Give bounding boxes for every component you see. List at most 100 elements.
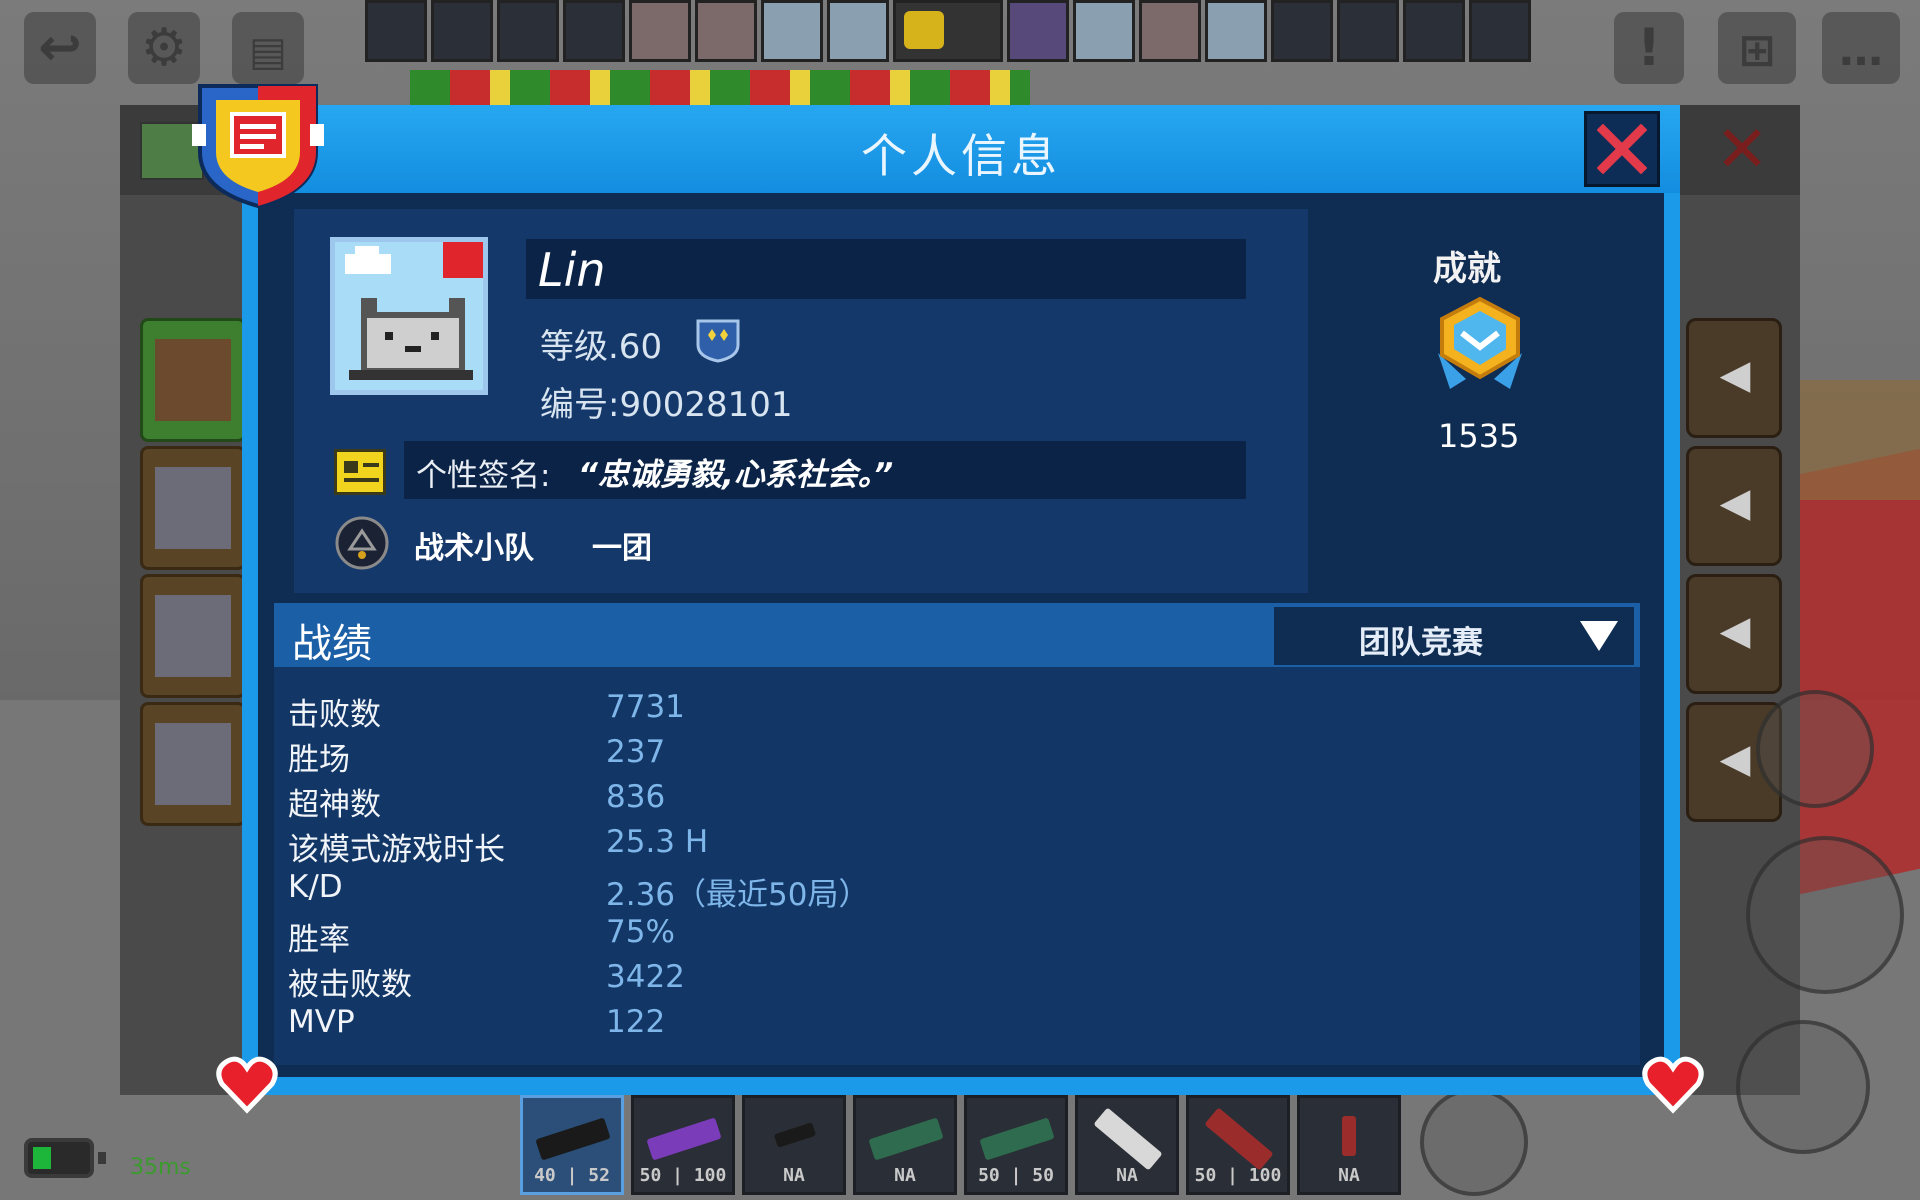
team-slot[interactable] xyxy=(365,0,427,62)
weapon-icon xyxy=(646,1117,722,1161)
stat-label: MVP xyxy=(288,1004,355,1040)
stat-row: MVP 122 xyxy=(274,1004,1640,1049)
weapon-icon xyxy=(773,1122,817,1148)
ammo-count: 50 | 100 xyxy=(639,1165,727,1186)
team-avatar[interactable] xyxy=(827,0,889,62)
dropdown-arrow-icon xyxy=(1580,621,1618,651)
alert-button[interactable]: ! xyxy=(1614,12,1684,84)
stat-row: 胜场 237 xyxy=(274,734,1640,779)
weapon-icon xyxy=(1342,1116,1356,1156)
stat-label: 胜场 xyxy=(288,742,350,778)
team-avatar[interactable] xyxy=(695,0,757,62)
rifle-icon xyxy=(535,1117,611,1161)
player-level: 等级.60 xyxy=(540,327,663,367)
enemy-slot[interactable] xyxy=(1337,0,1399,62)
back-button[interactable]: ↩ xyxy=(24,12,96,84)
enemy-avatar[interactable] xyxy=(1073,0,1135,62)
chat-button[interactable]: … xyxy=(1822,12,1900,84)
speaker-icon: ◀ xyxy=(1719,608,1751,654)
mute-button[interactable]: ◀ xyxy=(1686,446,1782,566)
stat-label: K/D xyxy=(288,869,343,905)
weapon-slot[interactable]: NA xyxy=(1297,1095,1401,1195)
team-slot[interactable] xyxy=(563,0,625,62)
enemy-avatar[interactable] xyxy=(1205,0,1267,62)
enemy-slot[interactable] xyxy=(1469,0,1531,62)
stat-label: 击败数 xyxy=(288,697,381,733)
background-wood-block xyxy=(1780,380,1920,500)
heart-icon xyxy=(1642,1056,1704,1114)
enemy-slot[interactable] xyxy=(1403,0,1465,62)
handshake-slot[interactable] xyxy=(893,0,1003,62)
mode-dropdown[interactable]: 团队竞赛 xyxy=(1274,607,1634,665)
player-card[interactable] xyxy=(140,702,246,826)
enemy-slot[interactable] xyxy=(1271,0,1333,62)
weapon-slot[interactable]: 50 | 100 xyxy=(1186,1095,1290,1195)
speaker-icon: ◀ xyxy=(1719,736,1751,782)
speaker-icon: ◀ xyxy=(1719,480,1751,526)
weapon-slot[interactable]: NA xyxy=(1075,1095,1179,1195)
close-button[interactable] xyxy=(1584,111,1660,187)
crouch-button[interactable] xyxy=(1420,1088,1528,1196)
stat-label: 超神数 xyxy=(288,787,381,823)
chat-icon: … xyxy=(1839,25,1883,76)
add-friend-icon: ⊞ xyxy=(1738,25,1776,76)
mute-button[interactable]: ◀ xyxy=(1686,318,1782,438)
stat-label: 被击败数 xyxy=(288,967,412,1003)
player-name: Lin xyxy=(538,243,606,297)
team-avatar-bar xyxy=(365,0,1560,62)
avatar[interactable] xyxy=(330,237,488,395)
team-avatar[interactable] xyxy=(629,0,691,62)
signature-text: “忠诚勇毅,心系社会。” xyxy=(578,457,894,493)
weapon-slot[interactable]: 50 | 50 xyxy=(964,1095,1068,1195)
ammo-count: NA xyxy=(894,1165,916,1186)
add-friend-button[interactable]: ⊞ xyxy=(1718,12,1796,84)
team-slot[interactable] xyxy=(431,0,493,62)
rank-icon[interactable] xyxy=(694,315,742,363)
profile-badge-icon xyxy=(192,84,324,209)
settings-button[interactable]: ⚙ xyxy=(128,12,200,84)
enemy-avatar[interactable] xyxy=(1139,0,1201,62)
weapon-slot[interactable]: NA xyxy=(742,1095,846,1195)
stat-row: 超神数 836 xyxy=(274,779,1640,824)
gear-icon: ⚙ xyxy=(140,18,188,78)
weapon-slot[interactable]: 50 | 100 xyxy=(631,1095,735,1195)
mode-selected: 团队竞赛 xyxy=(1359,625,1483,661)
achievement-label: 成就 xyxy=(1433,249,1501,289)
ammo-count: 50 | 100 xyxy=(1194,1165,1282,1186)
achievement-value: 1535 xyxy=(1438,417,1520,455)
handshake-icon xyxy=(904,11,944,49)
squad-name[interactable]: 一团 xyxy=(592,523,652,567)
profile-panel: Lin 等级.60 编号:90028101 个性签名: “忠诚勇毅,心系社会。” xyxy=(294,209,1308,593)
team-avatar[interactable] xyxy=(761,0,823,62)
dialog-header: 个人信息 xyxy=(242,105,1680,193)
ammo-count: 40 | 52 xyxy=(534,1165,610,1186)
player-card[interactable] xyxy=(140,574,246,698)
stat-value: 7731 xyxy=(606,689,685,725)
underlay-close-icon[interactable]: ✕ xyxy=(1710,118,1774,182)
stat-row: 击败数 7731 xyxy=(274,689,1640,734)
heart-icon xyxy=(216,1056,278,1114)
enemy-avatar[interactable] xyxy=(1007,0,1069,62)
id-card-button[interactable]: ▤ xyxy=(232,12,304,84)
ammo-count: NA xyxy=(1116,1165,1138,1186)
background-decoration xyxy=(410,70,1030,110)
speaker-icon: ◀ xyxy=(1719,352,1751,398)
squad-icon xyxy=(335,516,389,570)
jump-button[interactable] xyxy=(1736,1020,1870,1154)
ammo-count: NA xyxy=(783,1165,805,1186)
stat-row: 胜率 75% xyxy=(274,914,1640,959)
fire-button[interactable] xyxy=(1746,836,1904,994)
weapon-slot[interactable]: NA xyxy=(853,1095,957,1195)
player-card[interactable] xyxy=(140,446,246,570)
player-card[interactable] xyxy=(140,318,246,442)
achievement-icon[interactable] xyxy=(1424,293,1536,405)
reload-button[interactable] xyxy=(1756,690,1874,808)
weapon-icon xyxy=(868,1117,944,1161)
team-slot[interactable] xyxy=(497,0,559,62)
mute-button[interactable]: ◀ xyxy=(1686,574,1782,694)
cat-avatar-icon xyxy=(335,242,483,390)
player-uid: 编号:90028101 xyxy=(540,385,793,425)
weapon-slot[interactable]: 40 | 52 xyxy=(520,1095,624,1195)
name-bar: Lin xyxy=(526,239,1246,299)
stat-label: 胜率 xyxy=(288,922,350,958)
